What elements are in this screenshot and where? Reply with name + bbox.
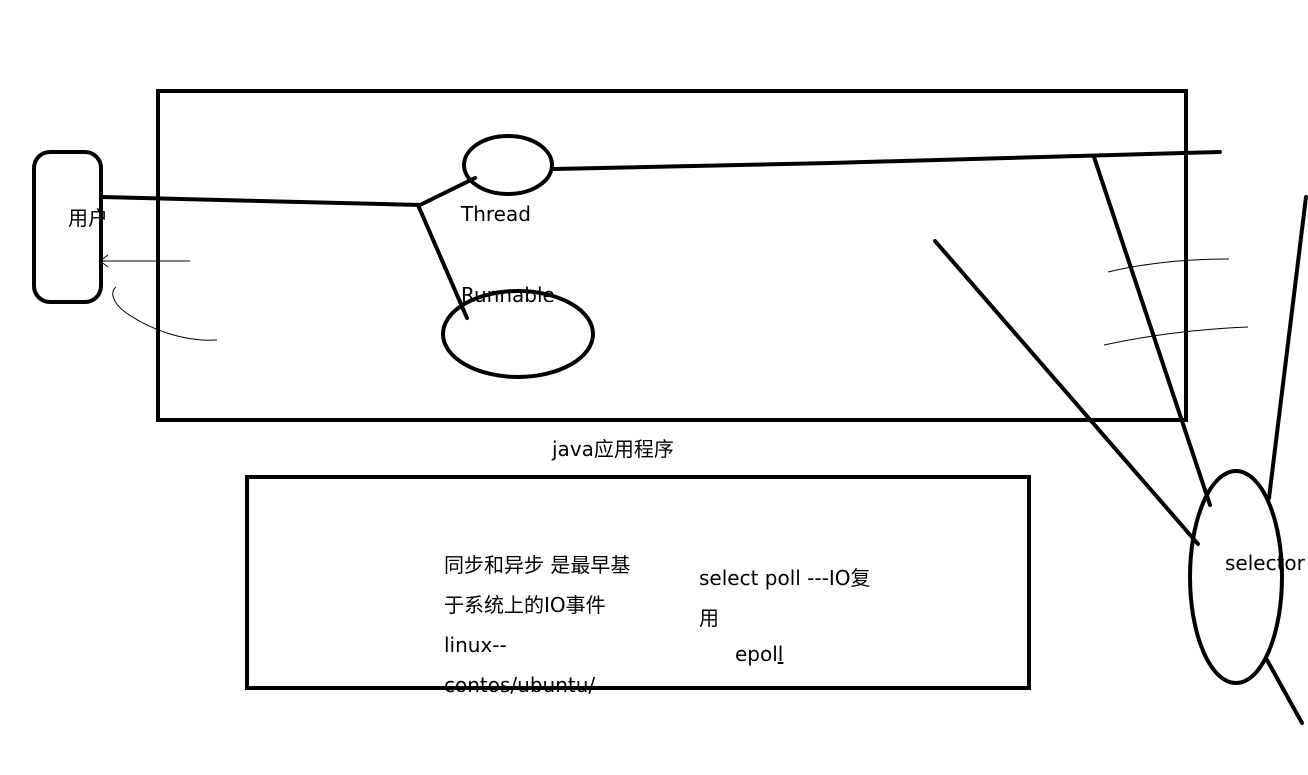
user-to-branch-line — [99, 195, 422, 207]
epoll-suffix: l — [777, 642, 784, 666]
sync-async-note: 同步和异步 是最早基 于系统上的IO事件 linux-- contos/ubun… — [444, 545, 630, 705]
selector-tail-line — [1265, 658, 1304, 725]
java-app-box — [156, 89, 1188, 422]
right-line-to-selector-top — [1267, 195, 1308, 500]
thin-stroke-lower — [1103, 326, 1249, 346]
thread-to-right-line — [552, 150, 1222, 171]
sync-note-line: contos/ubuntu/ — [444, 673, 596, 697]
thin-curve-stroke — [112, 286, 218, 341]
io-note-line: select poll ---IO复 — [699, 566, 871, 590]
runnable-label: Runnable — [461, 283, 555, 307]
sync-note-line: linux-- — [444, 633, 507, 657]
epoll-prefix: epol — [735, 642, 778, 666]
io-note-line: 用 — [699, 606, 719, 630]
diagram-canvas — [32, 89, 1308, 725]
sync-note-line: 同步和异步 是最早基 — [444, 553, 631, 577]
user-label: 用户 — [68, 206, 108, 230]
epoll-label: epoll — [735, 642, 783, 666]
selector-node — [1188, 469, 1284, 685]
java-app-label: java应用程序 — [552, 437, 674, 461]
diagonal-to-selector — [933, 239, 1200, 546]
selector-label: selector — [1225, 551, 1305, 575]
branch-to-runnable-line — [416, 203, 469, 320]
os-notes-box — [245, 475, 1031, 690]
thread-label: Thread — [461, 202, 531, 226]
thread-node — [462, 134, 554, 196]
branch-to-thread-line — [418, 176, 477, 207]
thin-stroke-upper — [1107, 258, 1230, 273]
io-multiplex-note: select poll ---IO复 用 — [699, 558, 870, 638]
sync-note-line: 于系统上的IO事件 — [444, 593, 606, 617]
